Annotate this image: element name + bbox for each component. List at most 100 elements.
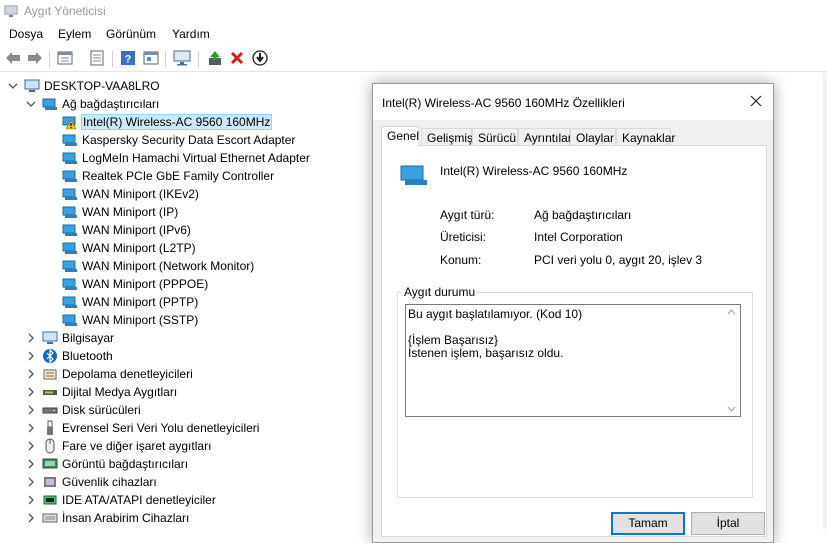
chevron-right-icon[interactable] — [26, 441, 36, 451]
tree-device-item[interactable]: WAN Miniport (IP) — [62, 203, 178, 221]
status-scrollbar[interactable] — [723, 305, 740, 416]
device-manager-icon — [4, 5, 18, 17]
prop-value-type: Ağ bağdaştırıcıları — [534, 208, 632, 222]
chevron-right-icon[interactable] — [26, 495, 36, 505]
tab-details[interactable]: Ayrıntılar — [518, 128, 572, 146]
network-adapter-icon — [62, 222, 78, 238]
tree-category[interactable]: Bluetooth — [26, 347, 113, 365]
disk-drive-icon — [42, 402, 58, 418]
status-line: İstenen işlem, başarısız oldu. — [408, 346, 564, 360]
vertical-scrollbar[interactable] — [823, 73, 827, 529]
tree-category-network[interactable]: Ağ bağdaştırıcıları — [26, 95, 159, 113]
prop-label-manufacturer: Üreticisi: — [440, 230, 487, 244]
chevron-right-icon[interactable] — [26, 513, 36, 523]
tree-category[interactable]: IDE ATA/ATAPI denetleyiciler — [26, 491, 216, 509]
tree-category-label: Ağ bağdaştırıcıları — [62, 97, 160, 111]
chevron-right-icon[interactable] — [26, 369, 36, 379]
prop-label-location: Konum: — [440, 253, 482, 267]
tree-device-item[interactable]: Kaspersky Security Data Escort Adapter — [62, 131, 295, 149]
view-icon[interactable] — [88, 49, 106, 67]
storage-controller-icon — [42, 366, 58, 382]
chevron-right-icon[interactable] — [26, 351, 36, 361]
tree-category[interactable]: İnsan Arabirim Cihazları — [26, 509, 189, 527]
tree-category[interactable]: Evrensel Seri Veri Yolu denetleyicileri — [26, 419, 259, 437]
network-adapter-icon — [399, 160, 429, 190]
tree-device-item[interactable]: Realtek PCIe GbE Family Controller — [62, 167, 274, 185]
menu-action[interactable]: Eylem — [58, 27, 91, 41]
tree-device-item[interactable]: LogMeIn Hamachi Virtual Ethernet Adapter — [62, 149, 310, 167]
network-adapter-icon — [62, 132, 78, 148]
menu-view[interactable]: Görünüm — [106, 27, 156, 41]
properties-icon[interactable] — [56, 49, 74, 67]
tree-device-item[interactable]: WAN Miniport (IPv6) — [62, 221, 191, 239]
chevron-right-icon[interactable] — [26, 459, 36, 469]
tree-category-label: IDE ATA/ATAPI denetleyiciler — [62, 493, 216, 507]
tree-category[interactable]: Dijital Medya Aygıtları — [26, 383, 177, 401]
tree-device-item[interactable]: WAN Miniport (PPPOE) — [62, 275, 208, 293]
tree-device-item[interactable]: WAN Miniport (IKEv2) — [62, 185, 199, 203]
tree-device-item[interactable]: Intel(R) Wireless-AC 9560 160MHz — [62, 113, 273, 131]
status-line: Bu aygıt başlatılamıyor. (Kod 10) — [408, 307, 583, 321]
ok-button[interactable]: Tamam — [611, 512, 685, 535]
network-adapter-icon — [42, 96, 58, 112]
menu-file[interactable]: Dosya — [9, 27, 43, 41]
tab-resources[interactable]: Kaynaklar — [616, 128, 675, 146]
tree-device-item[interactable]: WAN Miniport (PPTP) — [62, 293, 198, 311]
tab-advanced[interactable]: Gelişmiş — [421, 128, 473, 146]
tree-device-label: WAN Miniport (PPPOE) — [82, 277, 209, 291]
tree-category[interactable]: Güvenlik cihazları — [26, 473, 157, 491]
tree-category[interactable]: Bilgisayar — [26, 329, 114, 347]
mouse-icon — [42, 438, 58, 454]
device-status-legend: Aygıt durumu — [402, 285, 478, 299]
help-icon[interactable]: ? — [119, 49, 137, 67]
tree-device-item[interactable]: WAN Miniport (L2TP) — [62, 239, 196, 257]
tree-category-label: Dijital Medya Aygıtları — [62, 385, 178, 399]
chevron-down-icon[interactable] — [26, 99, 36, 109]
chevron-right-icon[interactable] — [26, 405, 36, 415]
tree-device-item[interactable]: WAN Miniport (SSTP) — [62, 311, 198, 329]
computer-icon — [24, 78, 40, 94]
svg-text:?: ? — [125, 54, 132, 66]
tab-driver[interactable]: Sürücü — [472, 128, 518, 146]
tree-device-label: WAN Miniport (IP) — [82, 205, 179, 219]
disable-icon[interactable] — [251, 49, 269, 67]
title-bar: Aygıt Yöneticisi — [0, 0, 827, 25]
tree-category[interactable]: Disk sürücüleri — [26, 401, 141, 419]
tree-device-item[interactable]: WAN Miniport (Network Monitor) — [62, 257, 254, 275]
display-adapter-icon — [42, 456, 58, 472]
toolbar-separator — [198, 51, 199, 67]
menu-help[interactable]: Yardım — [172, 27, 210, 41]
tab-events[interactable]: Olaylar — [570, 128, 616, 146]
chevron-right-icon[interactable] — [26, 477, 36, 487]
tree-category-label: İnsan Arabirim Cihazları — [62, 511, 190, 525]
update-driver-icon[interactable] — [206, 49, 224, 67]
tab-general[interactable]: Genel — [381, 126, 419, 147]
uninstall-icon[interactable] — [228, 49, 246, 67]
tree-category[interactable]: Görüntü bağdaştırıcıları — [26, 455, 188, 473]
prop-label-type: Aygıt türü: — [440, 208, 495, 222]
close-button[interactable] — [739, 84, 773, 118]
toolbar-separator — [165, 51, 166, 67]
prop-value-manufacturer: Intel Corporation — [534, 230, 623, 244]
device-status-textbox[interactable]: Bu aygıt başlatılamıyor. (Kod 10) {İşlem… — [405, 304, 741, 417]
cancel-button[interactable]: İptal — [691, 512, 765, 535]
network-adapter-icon — [62, 258, 78, 274]
back-icon[interactable] — [4, 49, 22, 67]
tree-category-label: Disk sürücüleri — [62, 403, 141, 417]
prop-value-location: PCI veri yolu 0, aygıt 20, işlev 3 — [534, 253, 703, 267]
monitor-icon[interactable] — [173, 49, 191, 67]
chevron-right-icon[interactable] — [26, 333, 36, 343]
tree-device-label: Intel(R) Wireless-AC 9560 160MHz — [80, 114, 273, 130]
chevron-down-icon[interactable] — [8, 81, 18, 91]
forward-icon[interactable] — [26, 49, 44, 67]
network-adapter-icon — [62, 276, 78, 292]
general-tab-panel: Intel(R) Wireless-AC 9560 160MHz Aygıt t… — [381, 145, 767, 537]
tree-device-label: WAN Miniport (IPv6) — [82, 223, 191, 237]
tree-category-label: Görüntü bağdaştırıcıları — [62, 457, 189, 471]
tree-category[interactable]: Depolama denetleyicileri — [26, 365, 193, 383]
chevron-right-icon[interactable] — [26, 387, 36, 397]
tree-root-node[interactable]: DESKTOP-VAA8LRO — [8, 77, 160, 95]
tree-category[interactable]: Fare ve diğer işaret aygıtları — [26, 437, 211, 455]
details-icon[interactable] — [142, 49, 160, 67]
chevron-right-icon[interactable] — [26, 423, 36, 433]
